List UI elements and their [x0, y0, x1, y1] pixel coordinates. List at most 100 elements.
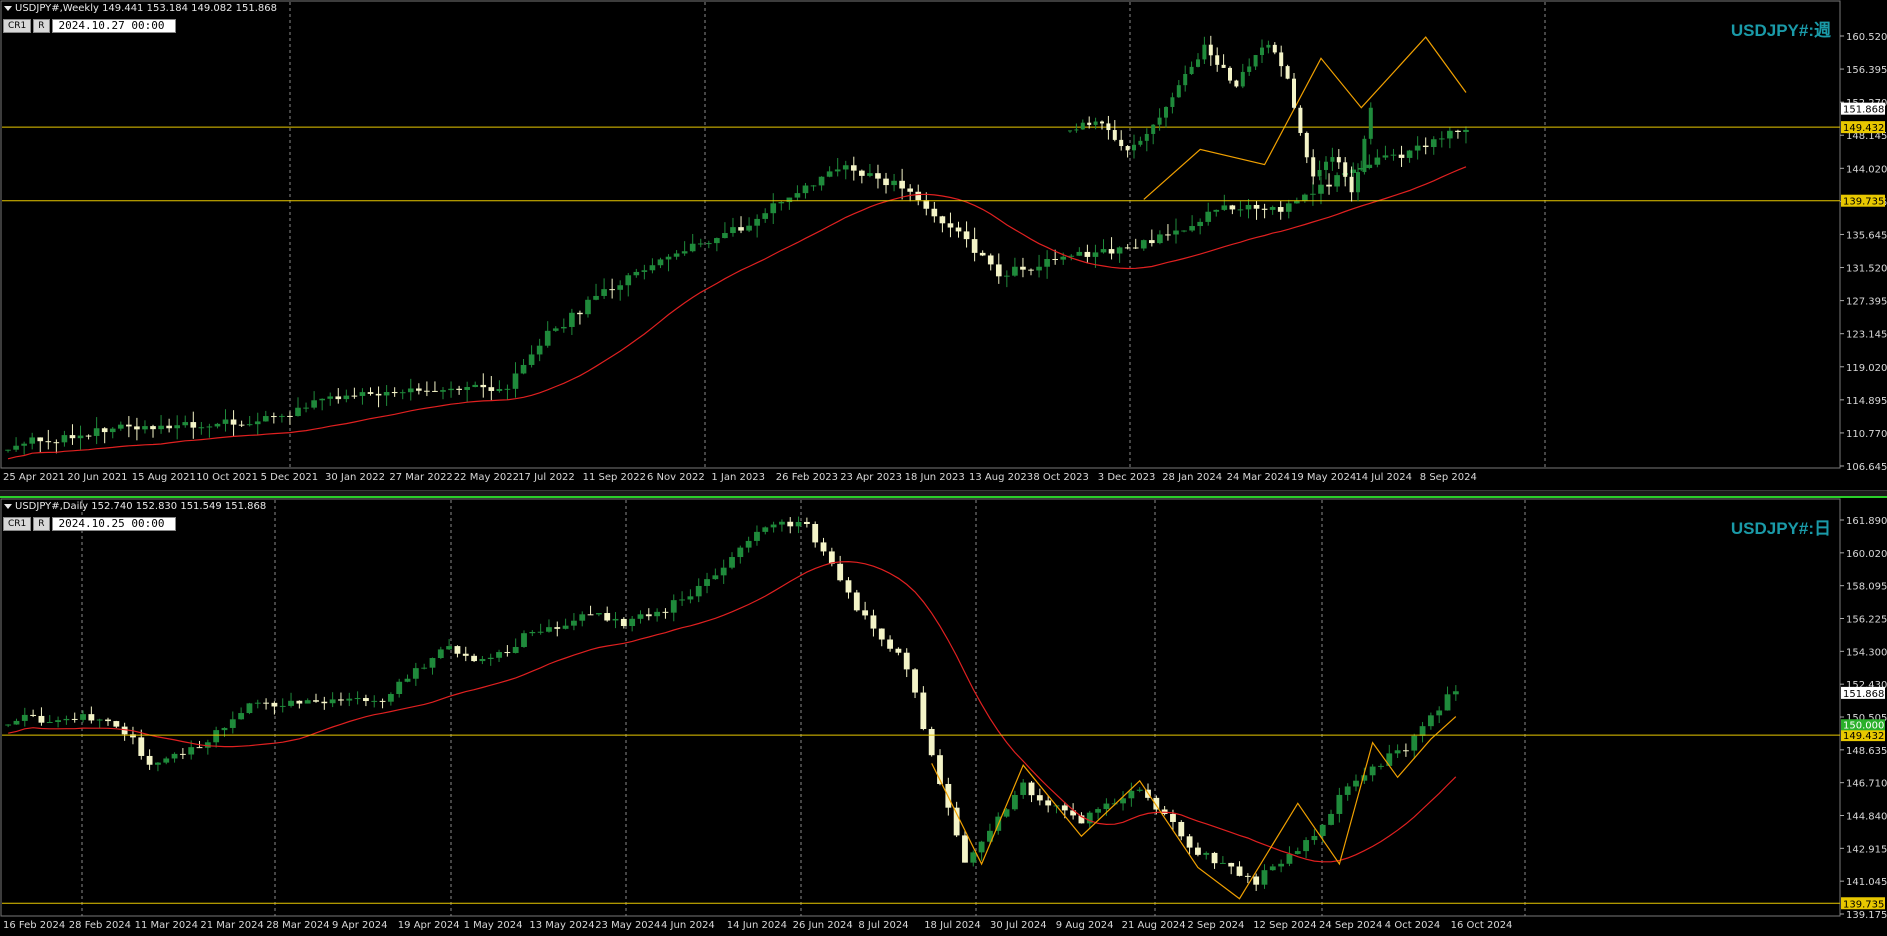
- candle-body: [689, 243, 696, 252]
- candle-body: [1100, 121, 1104, 124]
- candle-body: [1330, 157, 1335, 162]
- plot-frame: [0, 0, 1841, 469]
- candle-body: [1196, 59, 1200, 67]
- collapse-triangle-icon[interactable]: [4, 503, 12, 509]
- daily-header-text: USDJPY#,Daily 152.740 152.830 151.549 15…: [15, 501, 267, 512]
- candle-body: [579, 614, 586, 621]
- candle-body: [1103, 803, 1110, 810]
- x-tick-label: 17 Jul 2022: [518, 472, 575, 483]
- candle-body: [1382, 155, 1389, 158]
- candle-body: [1125, 146, 1130, 151]
- candle-body: [687, 596, 694, 600]
- candle-body: [803, 521, 810, 524]
- weekly-datetime-field[interactable]: 2024.10.27 00:00: [51, 19, 176, 33]
- candle-body: [329, 699, 336, 704]
- weekly-r-button[interactable]: R: [33, 19, 50, 33]
- candle-body: [1100, 249, 1107, 253]
- candle-body: [138, 737, 145, 756]
- candle-body: [1253, 204, 1260, 209]
- weekly-cr1-button[interactable]: CR1: [3, 19, 32, 33]
- recent-candles-group: [1068, 35, 1373, 202]
- candle-body: [1447, 130, 1453, 139]
- pane-splitter[interactable]: [0, 490, 1887, 498]
- moving-average-line: [7, 166, 1467, 460]
- candle-body: [595, 613, 602, 615]
- candle-body: [1386, 753, 1393, 766]
- x-tick-label: 4 Oct 2024: [1385, 920, 1440, 931]
- daily-r-button[interactable]: R: [33, 517, 50, 531]
- x-tick-label: 12 Sep 2024: [1253, 920, 1316, 931]
- candle-body: [359, 392, 366, 396]
- x-tick-label: 24 Mar 2024: [1227, 472, 1290, 483]
- candle-body: [1317, 169, 1322, 177]
- y-tick-label: 106.645: [1846, 462, 1887, 473]
- candle-body: [1438, 138, 1445, 140]
- candle-body: [1221, 205, 1228, 210]
- candle-body: [163, 758, 170, 763]
- candle-body: [1240, 71, 1245, 87]
- daily-datetime-field[interactable]: 2024.10.25 00:00: [51, 517, 176, 531]
- weekly-header-text: USDJPY#,Weekly 149.441 153.184 149.082 1…: [15, 3, 278, 14]
- candle-body: [1374, 157, 1381, 165]
- candle-body: [391, 392, 398, 394]
- candle-body: [1229, 205, 1236, 210]
- candle-body: [1436, 710, 1443, 716]
- candle-body: [295, 407, 301, 417]
- candle-body: [1236, 866, 1243, 876]
- weekly-chart-pane[interactable]: 160.520156.395152.270148.145144.020139.8…: [0, 0, 1887, 490]
- candle-body: [1060, 256, 1067, 260]
- candle-body: [745, 540, 752, 548]
- candle-body: [979, 252, 986, 256]
- candle-body: [802, 185, 809, 194]
- x-tick-label: 9 Apr 2024: [332, 920, 387, 931]
- candle-body: [1285, 203, 1292, 212]
- daily-chart-canvas[interactable]: 161.890160.020158.095156.225154.300152.4…: [0, 498, 1887, 936]
- candle-body: [1012, 266, 1018, 276]
- daily-chart-pane[interactable]: 161.890 160.020 158.095 156.225 154.300 152.4…: [0, 498, 1887, 936]
- candle-body: [117, 424, 124, 429]
- candle-body: [471, 655, 477, 662]
- candle-body: [1116, 247, 1123, 254]
- candle-body: [1189, 226, 1195, 231]
- candle-body: [1318, 184, 1324, 194]
- candle-body: [794, 193, 801, 198]
- candle-body: [899, 180, 905, 189]
- candle-body: [21, 443, 27, 446]
- x-tick-label: 20 Jun 2021: [67, 472, 127, 483]
- candle-body: [1336, 794, 1343, 814]
- x-tick-label: 8 Jul 2024: [858, 920, 908, 931]
- candle-body: [1202, 44, 1207, 60]
- candle-body: [887, 639, 893, 649]
- candle-body: [1087, 122, 1092, 125]
- candle-body: [1261, 870, 1268, 885]
- candle-body: [637, 614, 644, 619]
- candle-body: [878, 628, 885, 640]
- candle-body: [1020, 782, 1027, 795]
- candle-body: [795, 521, 802, 527]
- candle-body: [546, 627, 552, 632]
- bid-price-label: 150.000: [1843, 720, 1884, 731]
- candle-body: [704, 579, 710, 586]
- candle-body: [665, 256, 672, 260]
- collapse-triangle-icon[interactable]: [4, 5, 12, 11]
- candle-body: [1004, 275, 1010, 277]
- candle-body: [1403, 750, 1409, 752]
- daily-cr1-button[interactable]: CR1: [3, 517, 32, 531]
- zigzag-line: [931, 716, 1457, 900]
- x-tick-label: 28 Feb 2024: [69, 920, 131, 931]
- candle-body: [1151, 124, 1156, 134]
- candle-body: [327, 396, 334, 399]
- candle-body: [263, 702, 269, 704]
- candle-body: [1028, 269, 1034, 271]
- candle-body: [649, 265, 656, 271]
- x-tick-label: 14 Jul 2024: [1355, 472, 1412, 483]
- candle-body: [883, 178, 889, 186]
- candle-body: [1221, 64, 1226, 68]
- candle-body: [705, 243, 712, 245]
- candle-body: [296, 700, 303, 704]
- candle-body: [1362, 138, 1367, 173]
- y-tick-label: 144.840: [1846, 812, 1887, 823]
- candle-body: [1211, 852, 1218, 864]
- weekly-chart-canvas[interactable]: 160.520156.395152.270148.145144.020139.8…: [0, 0, 1887, 490]
- candle-body: [421, 667, 428, 669]
